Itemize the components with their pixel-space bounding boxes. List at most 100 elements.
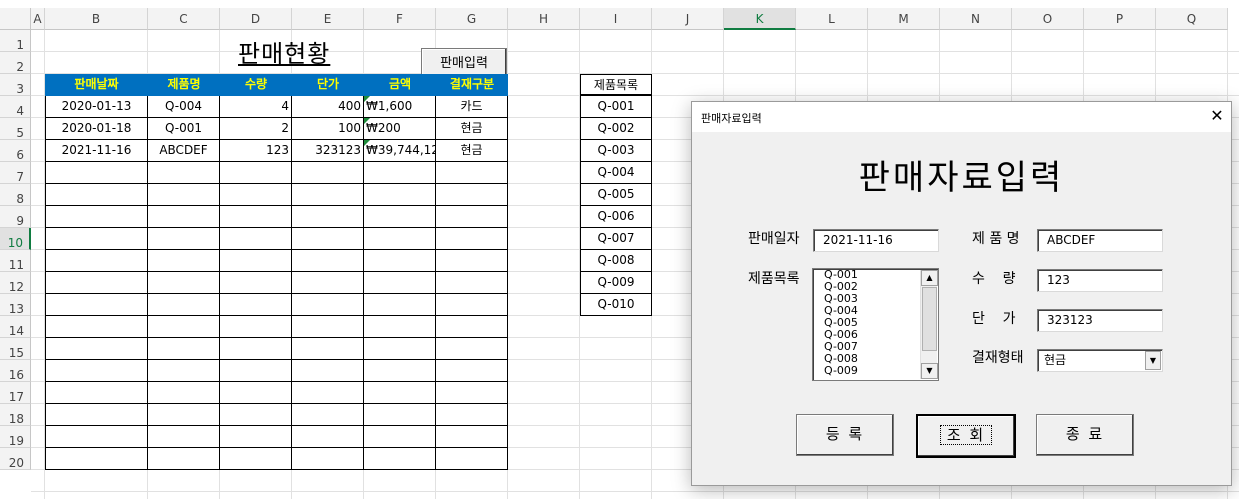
product-list-item[interactable]: Q-001 <box>580 96 652 118</box>
row-header[interactable]: 2 <box>0 52 31 74</box>
table-cell[interactable] <box>45 228 148 250</box>
table-cell[interactable] <box>292 162 364 184</box>
table-cell[interactable]: Q-001 <box>148 118 220 140</box>
table-cell[interactable] <box>292 272 364 294</box>
table-cell[interactable] <box>45 448 148 470</box>
row-header[interactable]: 12 <box>0 272 31 294</box>
table-cell[interactable] <box>45 162 148 184</box>
row-header[interactable]: 3 <box>0 74 31 96</box>
table-cell[interactable] <box>436 360 508 382</box>
select-all-corner[interactable] <box>0 8 31 30</box>
column-header[interactable]: P <box>1084 8 1156 30</box>
table-cell[interactable] <box>364 404 436 426</box>
table-header-cell[interactable]: 제품명 <box>148 74 220 96</box>
product-list-item[interactable]: Q-004 <box>580 162 652 184</box>
column-header[interactable]: M <box>868 8 940 30</box>
row-header[interactable]: 4 <box>0 96 31 118</box>
row-header[interactable]: 16 <box>0 360 31 382</box>
table-cell[interactable] <box>45 206 148 228</box>
table-cell[interactable] <box>148 228 220 250</box>
table-cell[interactable] <box>220 448 292 470</box>
table-cell[interactable] <box>436 184 508 206</box>
table-cell[interactable]: Q-004 <box>148 96 220 118</box>
table-cell[interactable] <box>436 426 508 448</box>
row-header[interactable]: 10 <box>0 228 31 250</box>
table-cell[interactable] <box>148 360 220 382</box>
product-list-item[interactable]: Q-008 <box>580 250 652 272</box>
row-header[interactable]: 17 <box>0 382 31 404</box>
table-cell[interactable] <box>148 250 220 272</box>
product-list-header[interactable]: 제품목록 <box>580 74 652 96</box>
table-cell[interactable] <box>220 162 292 184</box>
table-cell[interactable]: 123 <box>220 140 292 162</box>
table-cell[interactable] <box>292 184 364 206</box>
table-cell[interactable] <box>292 360 364 382</box>
table-cell[interactable] <box>220 382 292 404</box>
table-cell[interactable] <box>292 382 364 404</box>
row-header[interactable]: 5 <box>0 118 31 140</box>
table-cell[interactable] <box>292 404 364 426</box>
table-cell[interactable] <box>364 206 436 228</box>
column-header[interactable]: D <box>220 8 292 30</box>
row-header[interactable]: 20 <box>0 448 31 470</box>
table-cell[interactable] <box>45 250 148 272</box>
product-list-item[interactable]: Q-002 <box>580 118 652 140</box>
row-header[interactable]: 6 <box>0 140 31 162</box>
row-header[interactable]: 14 <box>0 316 31 338</box>
close-icon[interactable]: ✕ <box>1207 106 1227 126</box>
table-cell[interactable] <box>148 382 220 404</box>
table-cell[interactable] <box>436 448 508 470</box>
table-cell[interactable]: ABCDEF <box>148 140 220 162</box>
table-cell[interactable] <box>148 206 220 228</box>
row-header[interactable]: 9 <box>0 206 31 228</box>
table-cell[interactable]: 2 <box>220 118 292 140</box>
column-header[interactable]: O <box>1012 8 1084 30</box>
table-cell[interactable] <box>436 382 508 404</box>
table-cell[interactable] <box>148 426 220 448</box>
sale-date-field[interactable]: 2021-11-16 <box>813 229 939 252</box>
table-cell[interactable] <box>45 426 148 448</box>
column-header[interactable]: Q <box>1156 8 1228 30</box>
table-cell[interactable] <box>220 294 292 316</box>
table-cell[interactable] <box>436 162 508 184</box>
product-name-field[interactable]: ABCDEF <box>1037 229 1163 252</box>
table-cell[interactable]: ₩1,600 <box>364 96 436 118</box>
table-cell[interactable] <box>364 228 436 250</box>
table-cell[interactable] <box>148 448 220 470</box>
table-cell[interactable] <box>364 382 436 404</box>
table-cell[interactable] <box>292 338 364 360</box>
table-cell[interactable] <box>364 316 436 338</box>
table-cell[interactable]: ₩39,744,129 <box>364 140 436 162</box>
table-cell[interactable]: 2021-11-16 <box>45 140 148 162</box>
table-cell[interactable] <box>220 206 292 228</box>
table-cell[interactable] <box>45 272 148 294</box>
column-header[interactable]: A <box>31 8 45 30</box>
column-header[interactable]: L <box>796 8 868 30</box>
lookup-button[interactable]: 조 회 <box>916 414 1016 458</box>
table-cell[interactable] <box>436 250 508 272</box>
table-cell[interactable] <box>220 272 292 294</box>
product-listbox[interactable]: Q-001 Q-002 Q-003 Q-004 Q-005 Q-006 Q-007 Q-008… <box>812 268 939 381</box>
table-cell[interactable] <box>436 272 508 294</box>
table-header-cell[interactable]: 판매날짜 <box>45 74 148 96</box>
table-cell[interactable]: 2020-01-18 <box>45 118 148 140</box>
row-header[interactable]: 7 <box>0 162 31 184</box>
row-header[interactable]: 1 <box>0 30 31 52</box>
column-header[interactable]: G <box>436 8 508 30</box>
row-header[interactable]: 8 <box>0 184 31 206</box>
scroll-up-icon[interactable]: ▲ <box>921 270 938 286</box>
table-cell[interactable]: 2020-01-13 <box>45 96 148 118</box>
table-header-cell[interactable]: 금액 <box>364 74 436 96</box>
table-cell[interactable]: 4 <box>220 96 292 118</box>
unit-price-field[interactable]: 323123 <box>1037 309 1163 332</box>
table-cell[interactable] <box>220 250 292 272</box>
table-cell[interactable] <box>220 184 292 206</box>
table-cell[interactable] <box>292 250 364 272</box>
table-cell[interactable] <box>148 404 220 426</box>
table-cell[interactable] <box>220 404 292 426</box>
column-header[interactable]: N <box>940 8 1012 30</box>
row-header[interactable]: 11 <box>0 250 31 272</box>
table-cell[interactable] <box>220 316 292 338</box>
table-cell[interactable] <box>45 360 148 382</box>
product-list-item[interactable]: Q-007 <box>580 228 652 250</box>
